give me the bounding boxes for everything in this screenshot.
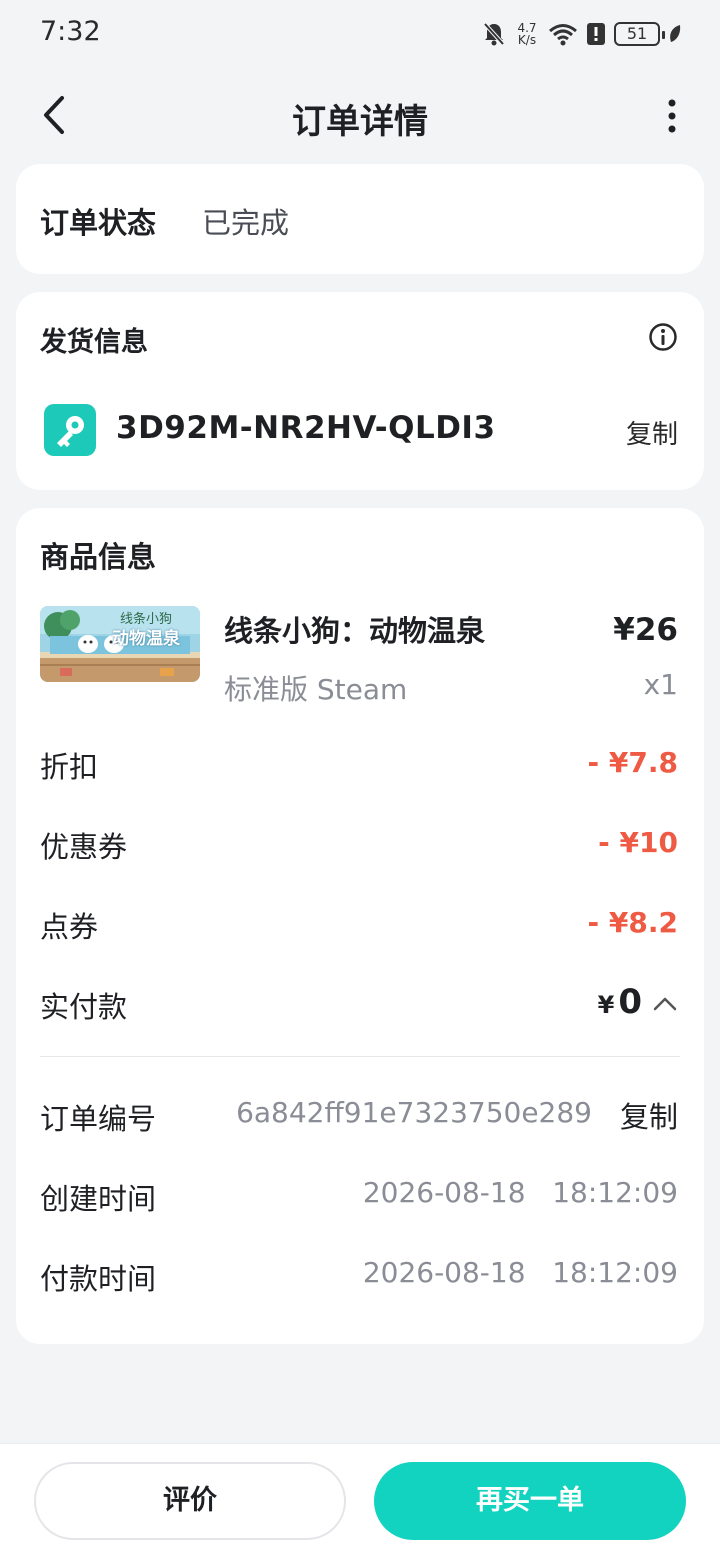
- net-speed: 4.7 K/s: [517, 21, 537, 47]
- leaf-icon: [670, 25, 681, 42]
- alert-icon: [587, 23, 605, 45]
- bell-muted-icon: [483, 22, 505, 46]
- product-price: ¥26: [613, 612, 678, 648]
- status-icons: 4.7 K/s 51: [482, 18, 682, 50]
- battery-icon: 51: [614, 22, 665, 46]
- product-section-title: 商品信息: [40, 540, 157, 574]
- product-quantity: x1: [643, 668, 678, 701]
- copy-key-button[interactable]: 复制: [626, 414, 678, 451]
- points-label: 点券: [40, 910, 99, 944]
- order-number-label: 订单编号: [40, 1102, 157, 1136]
- created-time-value: 2026-08-18 18:12:09: [362, 1176, 678, 1209]
- created-time-label: 创建时间: [40, 1182, 157, 1216]
- divider: [40, 1056, 680, 1057]
- coupon-label: 优惠券: [40, 830, 128, 864]
- paid-amount-label: 实付款: [40, 990, 128, 1024]
- paid-amount-toggle[interactable]: ¥ 0: [598, 982, 678, 1022]
- delivery-info-card: 发货信息 3D92M-NR2HV-QLDI3 复制: [16, 292, 704, 490]
- order-number-value: 6a842ff91e7323750e289: [236, 1096, 592, 1129]
- points-value: - ¥8.2: [587, 906, 678, 939]
- payment-time-value: 2026-08-18 18:12:09: [362, 1256, 678, 1289]
- app-header: 订单详情: [0, 70, 720, 160]
- more-options-icon[interactable]: [664, 98, 680, 134]
- rebuy-button[interactable]: 再买一单: [374, 1462, 686, 1540]
- status-time: 7:32: [40, 16, 101, 47]
- product-name[interactable]: 线条小狗：动物温泉: [224, 608, 485, 650]
- status-bar: 7:32 4.7 K/s 51: [0, 0, 720, 70]
- info-icon[interactable]: [648, 322, 678, 352]
- bottom-action-bar: 评价 再买一单: [0, 1443, 720, 1560]
- product-edition: 标准版 Steam: [224, 673, 408, 706]
- payment-time-label: 付款时间: [40, 1262, 157, 1296]
- discount-label: 折扣: [40, 750, 99, 784]
- thumb-text-bottom: 动物温泉: [112, 629, 180, 649]
- key-code: 3D92M-NR2HV-QLDI3: [116, 410, 496, 446]
- product-thumbnail[interactable]: 线条小狗 动物温泉: [40, 606, 200, 682]
- delivery-title: 发货信息: [40, 327, 148, 358]
- paid-amount-value: 0: [618, 982, 642, 1022]
- copy-order-number-button[interactable]: 复制: [620, 1094, 678, 1136]
- page-title: 订单详情: [292, 102, 428, 142]
- paid-currency: ¥: [597, 991, 615, 1019]
- discount-value: - ¥7.8: [587, 746, 678, 779]
- key-icon: [44, 404, 96, 456]
- order-status-value: 已完成: [202, 206, 290, 240]
- order-status-card: 订单状态 已完成: [16, 164, 704, 274]
- product-info-card: 商品信息 线条小狗 动物温泉 线条小狗：动物温泉 ¥26 标准版 Steam x…: [16, 508, 704, 1344]
- chevron-up-icon: [653, 997, 677, 1011]
- order-status-label: 订单状态: [40, 206, 157, 240]
- wifi-icon: [549, 24, 577, 46]
- coupon-value: - ¥10: [598, 826, 678, 859]
- review-button[interactable]: 评价: [34, 1462, 346, 1540]
